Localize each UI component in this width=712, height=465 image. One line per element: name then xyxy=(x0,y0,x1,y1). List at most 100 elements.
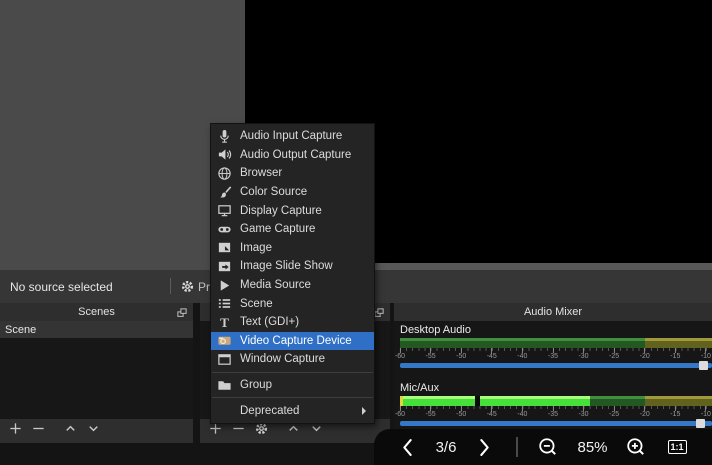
tick: -60 xyxy=(395,406,405,418)
volume-slider-track xyxy=(400,421,712,426)
menu-item-label: Text (GDI+) xyxy=(240,316,300,329)
next-page-button[interactable] xyxy=(477,438,492,457)
menu-item-window-capture[interactable]: Window Capture xyxy=(211,350,374,369)
tick-value: -40 xyxy=(517,353,528,360)
no-source-selected-label: No source selected xyxy=(10,279,113,294)
menu-item-color-source[interactable]: Color Source xyxy=(211,183,374,202)
menu-item-group[interactable]: Group xyxy=(211,376,374,395)
add-source-button[interactable] xyxy=(207,423,224,440)
source-properties-button[interactable] xyxy=(253,422,270,440)
scenes-panel-title: Scenes xyxy=(78,306,115,318)
menu-separator xyxy=(212,397,373,399)
tick: -25 xyxy=(609,348,619,360)
svg-text:T: T xyxy=(220,315,229,330)
dock-icon[interactable] xyxy=(176,306,188,318)
tick: -55 xyxy=(426,348,436,360)
volume-meter xyxy=(400,396,712,406)
tick: -30 xyxy=(578,406,589,418)
menu-item-browser[interactable]: Browser xyxy=(211,164,374,183)
meter-input-marker xyxy=(400,396,403,406)
menu-item-image[interactable]: Image xyxy=(211,239,374,258)
tick-value: -55 xyxy=(425,353,436,360)
meter-segment xyxy=(644,396,712,406)
menu-item-label: Window Capture xyxy=(240,353,326,366)
volume-slider[interactable] xyxy=(400,361,712,370)
volume-meter xyxy=(400,338,712,348)
tick: -45 xyxy=(487,348,497,360)
volume-slider-handle[interactable] xyxy=(695,419,705,428)
tick-value: -45 xyxy=(486,353,497,360)
scenes-list: Scene xyxy=(0,321,193,419)
tick: -15 xyxy=(670,348,680,360)
plus-icon xyxy=(208,421,223,441)
text-icon: T xyxy=(216,315,232,330)
status-bar-area xyxy=(0,443,394,465)
menu-item-label: Color Source xyxy=(240,186,308,199)
game-controller-icon xyxy=(216,222,232,237)
tick-value: -20 xyxy=(639,411,650,418)
menu-item-scene[interactable]: Scene xyxy=(211,294,374,313)
slideshow-icon xyxy=(216,259,232,274)
menu-item-image-slide-show[interactable]: Image Slide Show xyxy=(211,257,374,276)
speaker-icon xyxy=(216,147,232,162)
camera-icon xyxy=(216,333,232,348)
volume-slider[interactable] xyxy=(400,419,712,428)
tick-value: -35 xyxy=(547,353,558,360)
menu-item-label: Browser xyxy=(240,167,283,180)
zoom-in-button[interactable] xyxy=(626,437,646,457)
menu-item-game-capture[interactable]: Game Capture xyxy=(211,220,374,239)
add-scene-button[interactable] xyxy=(7,423,24,440)
menu-item-deprecated[interactable]: Deprecated xyxy=(211,401,374,420)
meter-tick-scale: -60 -55 -50 -45 -40 -35 -30 -25 -20 -15 -10 xyxy=(395,406,712,418)
zoom-out-button[interactable] xyxy=(538,437,558,457)
tick-value: -50 xyxy=(456,411,467,418)
obs-screenshot-root: No source selected Prop Scenes Scene Aud… xyxy=(0,0,712,465)
menu-item-display-capture[interactable]: Display Capture xyxy=(211,201,374,220)
tick: -50 xyxy=(456,348,466,360)
menu-item-video-capture-device[interactable]: Video Capture Device xyxy=(211,331,374,351)
menu-item-audio-input-capture[interactable]: Audio Input Capture xyxy=(211,127,374,146)
globe-icon xyxy=(216,166,232,181)
previous-page-button[interactable] xyxy=(400,438,415,457)
scene-list-item[interactable]: Scene xyxy=(0,321,193,338)
tick: -30 xyxy=(578,348,589,360)
tick-value: -15 xyxy=(670,411,681,418)
page-indicator: 3/6 xyxy=(435,438,457,456)
remove-source-button[interactable] xyxy=(230,423,247,440)
move-scene-down-button[interactable] xyxy=(85,423,102,440)
tick-value: -50 xyxy=(456,353,467,360)
move-source-up-button[interactable] xyxy=(285,423,302,440)
menu-item-text-gdi[interactable]: T Text (GDI+) xyxy=(211,313,374,332)
volume-slider-handle[interactable] xyxy=(698,361,708,370)
mixer-channel-mic-aux: Mic/Aux -60 -55 -50 -45 -40 -35 -30 -25 -20 -15 -10 xyxy=(395,382,712,428)
tick-value: -35 xyxy=(547,411,558,418)
paintbrush-icon xyxy=(216,185,232,200)
menu-item-label: Media Source xyxy=(240,279,311,292)
tick-value: -25 xyxy=(609,411,620,418)
menu-item-label: Deprecated xyxy=(240,404,300,417)
menu-item-audio-output-capture[interactable]: Audio Output Capture xyxy=(211,146,374,165)
tick: -10 xyxy=(701,406,711,418)
tick: -60 xyxy=(395,348,405,360)
image-icon xyxy=(216,240,232,255)
menu-item-label: Image Slide Show xyxy=(240,260,333,273)
mixer-channel-desktop-audio: Desktop Audio -60 -55 -50 -45 -40 -35 -30 -25 -20… xyxy=(395,324,712,370)
tick: -55 xyxy=(426,406,436,418)
menu-item-label: Group xyxy=(240,379,272,392)
actual-size-button[interactable]: 1:1 xyxy=(667,440,687,454)
move-source-down-button[interactable] xyxy=(308,423,325,440)
menu-item-label: Game Capture xyxy=(240,223,316,236)
chevron-up-icon xyxy=(63,421,78,441)
remove-scene-button[interactable] xyxy=(30,423,47,440)
chevron-down-icon xyxy=(86,421,101,441)
tick-value: -10 xyxy=(700,411,711,418)
plus-icon xyxy=(8,421,23,441)
blank-icon xyxy=(216,403,232,418)
chevron-down-icon xyxy=(309,421,324,441)
scene-list-icon xyxy=(216,296,232,311)
tick-value: -45 xyxy=(486,411,497,418)
menu-item-media-source[interactable]: Media Source xyxy=(211,276,374,295)
move-scene-up-button[interactable] xyxy=(62,423,79,440)
menu-item-label: Display Capture xyxy=(240,204,322,217)
tick-value: -20 xyxy=(639,353,650,360)
